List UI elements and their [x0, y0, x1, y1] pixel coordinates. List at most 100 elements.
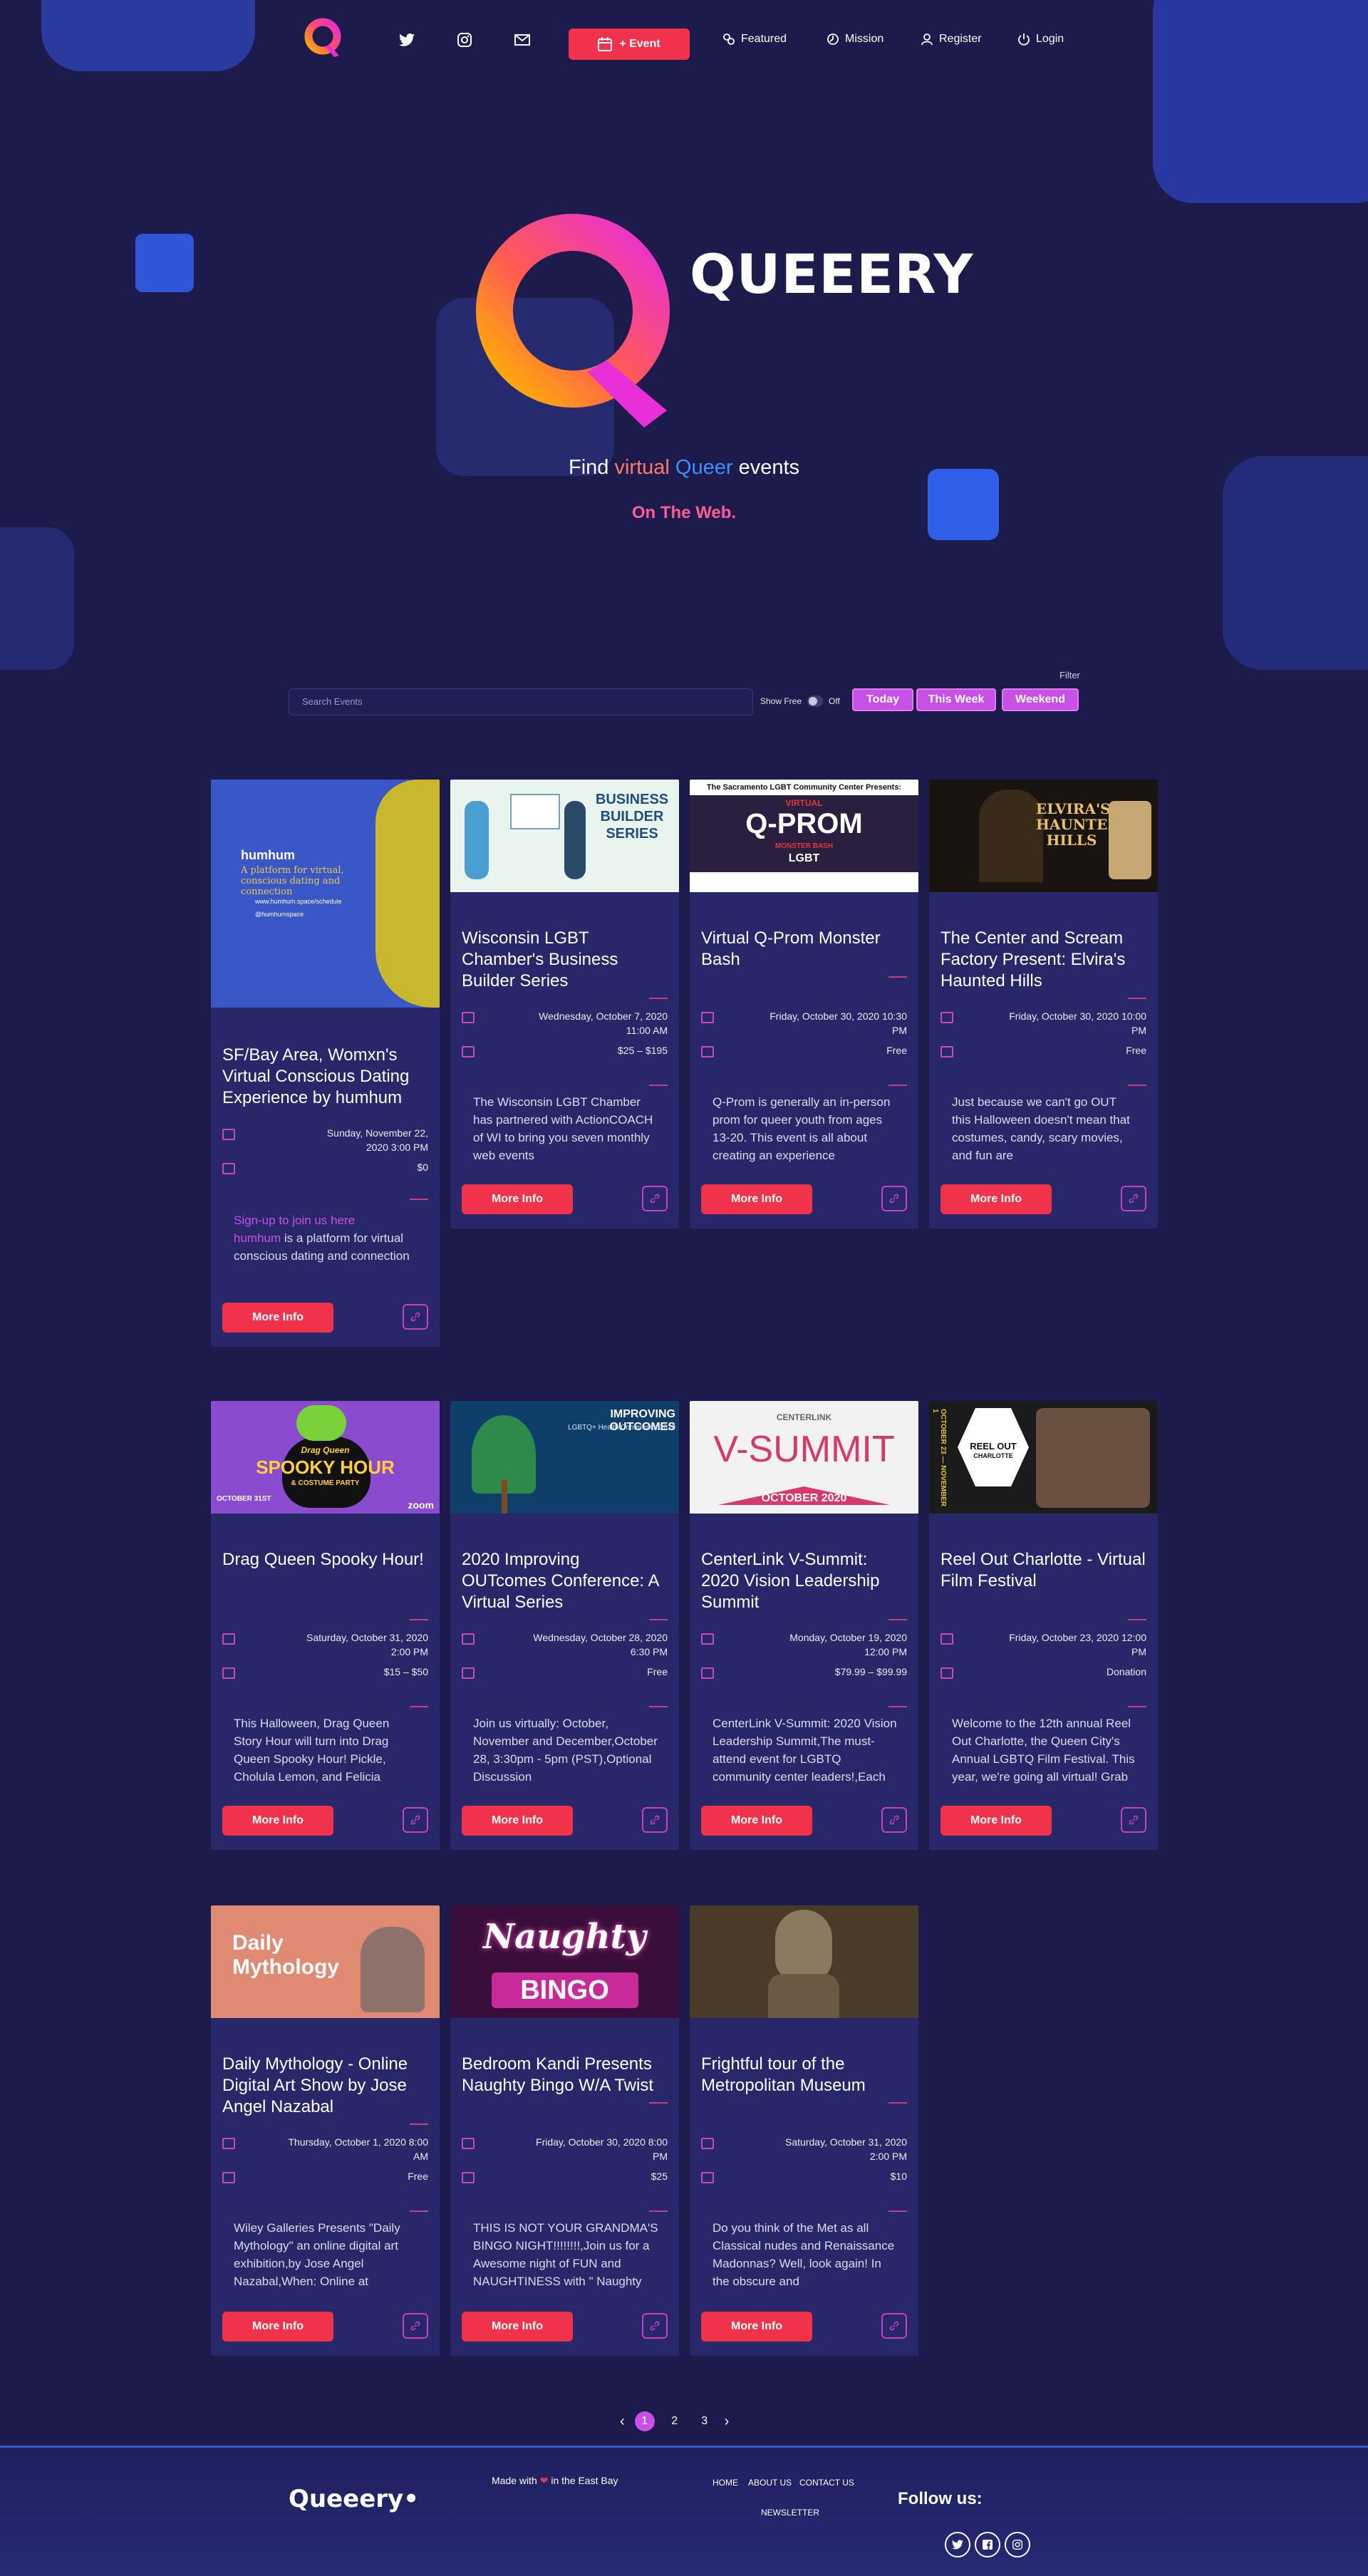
- img-title: Q-PROM: [745, 808, 863, 839]
- nav-mission[interactable]: Mission: [826, 33, 884, 46]
- event-date: Saturday, October 31, 2020 2:00 PM: [785, 2136, 907, 2162]
- decor-block: [1223, 456, 1368, 670]
- page-3[interactable]: 3: [695, 2411, 715, 2431]
- instagram-icon[interactable]: [1005, 2532, 1030, 2557]
- link-icon: [650, 1815, 660, 1825]
- desc-brand[interactable]: humhum: [234, 1231, 281, 1245]
- search-input[interactable]: Search Events: [289, 688, 753, 715]
- footer-link-about[interactable]: ABOUT US: [748, 2478, 792, 2488]
- event-title[interactable]: Virtual Q-Prom Monster Bash: [701, 928, 908, 971]
- event-image[interactable]: Drag Queen SPOOKY HOUR & COSTUME PARTY O…: [211, 1401, 440, 1514]
- instagram-icon[interactable]: [457, 33, 472, 47]
- more-info-button[interactable]: More Info: [940, 1184, 1052, 1214]
- footer-logo[interactable]: Queeery•: [289, 2485, 419, 2513]
- nav-register[interactable]: Register: [921, 33, 982, 46]
- event-info: Saturday, October 31, 2020 2:00 PM $10: [701, 2135, 907, 2189]
- add-event-button[interactable]: + Event: [569, 29, 690, 60]
- top-nav: + Event Featured Mission Register Login: [0, 0, 1368, 84]
- footer-link-contact[interactable]: CONTACT US: [799, 2478, 854, 2488]
- footer-link-home[interactable]: HOME: [712, 2478, 738, 2488]
- more-info-button[interactable]: More Info: [940, 1806, 1052, 1836]
- show-free-label: Show Free: [760, 696, 802, 706]
- share-link-button[interactable]: [642, 1807, 668, 1833]
- mission-icon: [827, 33, 839, 45]
- twitter-icon[interactable]: [399, 33, 415, 47]
- nav-featured[interactable]: Featured: [722, 33, 787, 46]
- footer-link-newsletter[interactable]: NEWSLETTER: [761, 2508, 819, 2518]
- event-image[interactable]: OCTOBER 23 — NOVEMBER 1 REEL OUT CHARLOT…: [929, 1401, 1158, 1514]
- share-link-button[interactable]: [881, 1186, 907, 1211]
- share-link-button[interactable]: [1121, 1807, 1146, 1833]
- event-description: THIS IS NOT YOUR GRANDMA'S BINGO NIGHT!!…: [473, 2221, 658, 2288]
- facebook-icon[interactable]: [975, 2532, 1000, 2557]
- event-title[interactable]: 2020 Improving OUTcomes Conference: A Vi…: [462, 1549, 668, 1613]
- more-info-button[interactable]: More Info: [222, 1806, 333, 1836]
- filter-weekend-button[interactable]: Weekend: [1002, 688, 1079, 711]
- img-info: @humhumspace: [255, 911, 304, 918]
- decor-block: [0, 527, 74, 670]
- more-info-button[interactable]: More Info: [701, 1184, 812, 1214]
- event-image[interactable]: [690, 1905, 918, 2018]
- event-card: BUSINESS BUILDER SERIES Wisconsin LGBT C…: [450, 780, 679, 1228]
- event-title[interactable]: Reel Out Charlotte - Virtual Film Festiv…: [940, 1549, 1147, 1592]
- event-title[interactable]: SF/Bay Area, Womxn's Virtual Conscious D…: [222, 1045, 429, 1109]
- event-image[interactable]: ELVIRA'S HAUNTED HILLS: [929, 780, 1158, 892]
- img-subtitle: MONSTER BASH: [774, 842, 834, 850]
- share-link-button[interactable]: [403, 1304, 428, 1330]
- page-1[interactable]: 1: [634, 2411, 655, 2431]
- filter-today-button[interactable]: Today: [852, 688, 913, 711]
- divider: [888, 1706, 907, 1707]
- event-image[interactable]: Naughty BINGO: [450, 1905, 679, 2018]
- share-link-button[interactable]: [1121, 1186, 1146, 1211]
- share-link-button[interactable]: [403, 1807, 428, 1833]
- more-info-button[interactable]: More Info: [701, 1806, 812, 1836]
- twitter-icon[interactable]: [945, 2532, 970, 2557]
- event-title[interactable]: The Center and Scream Factory Present: E…: [940, 928, 1147, 992]
- mail-icon[interactable]: [514, 34, 530, 46]
- page-2[interactable]: 2: [665, 2411, 685, 2431]
- more-info-button[interactable]: More Info: [222, 2312, 333, 2342]
- divider: [410, 2124, 428, 2125]
- event-image[interactable]: The Sacramento LGBT Community Center Pre…: [690, 780, 918, 892]
- divider: [649, 1085, 668, 1086]
- event-title[interactable]: Drag Queen Spooky Hour!: [222, 1549, 429, 1571]
- event-title[interactable]: Bedroom Kandi Presents Naughty Bingo W/A…: [462, 2054, 668, 2096]
- event-card: The Sacramento LGBT Community Center Pre…: [690, 780, 918, 1228]
- event-title[interactable]: Frightful tour of the Metropolitan Museu…: [701, 2054, 908, 2096]
- event-card: Drag Queen SPOOKY HOUR & COSTUME PARTY O…: [211, 1401, 440, 1850]
- tagline-virtual: virtual: [614, 456, 670, 479]
- event-image[interactable]: humhum A platform for virtual, conscious…: [211, 780, 440, 1008]
- toggle-switch[interactable]: [807, 695, 824, 707]
- prev-page-icon[interactable]: ‹: [620, 2414, 625, 2430]
- event-title[interactable]: Daily Mythology - Online Digital Art Sho…: [222, 2054, 429, 2118]
- filter-label[interactable]: Filter: [1059, 670, 1080, 681]
- more-info-button[interactable]: More Info: [462, 1184, 573, 1214]
- share-link-button[interactable]: [642, 1186, 668, 1211]
- more-info-button[interactable]: More Info: [701, 2312, 812, 2342]
- event-image[interactable]: BUSINESS BUILDER SERIES: [450, 780, 679, 892]
- share-link-button[interactable]: [642, 2313, 668, 2339]
- tagline-events: events: [738, 456, 800, 479]
- more-info-button[interactable]: More Info: [222, 1303, 333, 1333]
- desc-link[interactable]: Sign-up to join us here: [234, 1214, 355, 1227]
- nav-login[interactable]: Login: [1017, 33, 1064, 46]
- filter-this-week-button[interactable]: This Week: [916, 688, 996, 711]
- share-link-button[interactable]: [881, 1807, 907, 1833]
- more-info-button[interactable]: More Info: [462, 1806, 573, 1836]
- event-image[interactable]: CENTERLINK V-SUMMIT OCTOBER 2020: [690, 1401, 918, 1514]
- share-link-button[interactable]: [403, 2313, 428, 2339]
- power-icon: [1018, 33, 1030, 46]
- next-page-icon[interactable]: ›: [725, 2414, 730, 2430]
- share-link-button[interactable]: [881, 2313, 907, 2339]
- logo-icon[interactable]: [302, 16, 346, 60]
- event-title[interactable]: Wisconsin LGBT Chamber's Business Builde…: [462, 928, 668, 992]
- more-info-button[interactable]: More Info: [462, 2312, 573, 2342]
- ticket-icon: [222, 1163, 235, 1174]
- event-image[interactable]: Daily Mythology: [211, 1905, 440, 2018]
- event-title[interactable]: CenterLink V-Summit: 2020 Vision Leaders…: [701, 1549, 908, 1613]
- event-description: Sign-up to join us here humhum is a plat…: [234, 1211, 419, 1267]
- event-card: CENTERLINK V-SUMMIT OCTOBER 2020 CenterL…: [690, 1401, 918, 1850]
- show-free-toggle[interactable]: Show Free Off: [760, 695, 840, 707]
- event-info: Saturday, October 31, 2020 2:00 PM $15 –…: [222, 1630, 428, 1685]
- event-image[interactable]: IMPROVING OUTCOMES LGBTQ+ Health Confere…: [450, 1401, 679, 1514]
